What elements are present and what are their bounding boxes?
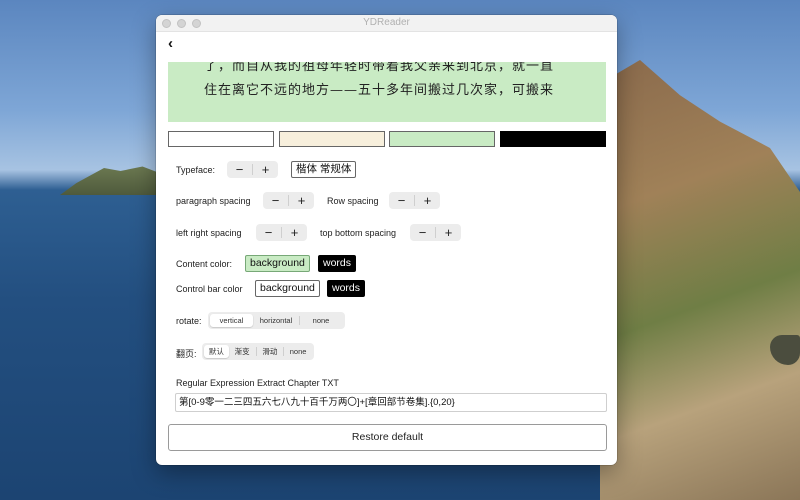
title-bar: YDReader xyxy=(156,15,617,32)
page-turn-label: 翻页: xyxy=(176,349,197,359)
left-right-spacing-label: left right spacing xyxy=(176,228,242,238)
theme-swatch-cream[interactable] xyxy=(279,131,385,147)
theme-swatch-white[interactable] xyxy=(168,131,274,147)
typeface-stepper: − + xyxy=(227,161,278,178)
regex-input[interactable]: 第[0-9零一二三四五六七八九十百千万两〇]+[章回部节卷集].{0,20} xyxy=(175,393,607,412)
restore-default-button[interactable]: Restore default xyxy=(168,424,607,451)
page-turn-option-default[interactable]: 默认 xyxy=(204,345,229,358)
desktop-cliff xyxy=(600,60,800,500)
paragraph-spacing-decrease-button[interactable]: − xyxy=(263,192,288,209)
top-bottom-spacing-label: top bottom spacing xyxy=(320,228,397,238)
left-right-spacing-decrease-button[interactable]: − xyxy=(256,224,281,241)
typeface-label: Typeface: xyxy=(176,165,216,175)
page-turn-option-none[interactable]: none xyxy=(284,345,312,358)
theme-swatch-black[interactable] xyxy=(500,131,606,147)
content-color-label: Content color: xyxy=(176,259,233,269)
row-spacing-label: Row spacing xyxy=(327,196,379,206)
regex-label: Regular Expression Extract Chapter TXT xyxy=(176,378,339,388)
window-title: YDReader xyxy=(363,17,410,28)
page-turn-segmented-control: 默认 渐变 滑动 none xyxy=(202,343,314,360)
theme-swatch-green[interactable] xyxy=(389,131,495,147)
rotate-segmented-control: vertical horizontal none xyxy=(208,312,345,329)
back-chevron-icon[interactable]: ‹ xyxy=(168,36,182,52)
top-bottom-spacing-decrease-button[interactable]: − xyxy=(410,224,435,241)
typeface-current[interactable]: 楷体 常规体 xyxy=(291,161,357,178)
row-spacing-decrease-button[interactable]: − xyxy=(389,192,414,209)
top-bottom-spacing-increase-button[interactable]: + xyxy=(436,224,461,241)
page-turn-option-slide[interactable]: 滑动 xyxy=(257,345,284,358)
left-right-spacing-increase-button[interactable]: + xyxy=(282,224,307,241)
rotate-option-none[interactable]: none xyxy=(300,314,342,327)
row-spacing-increase-button[interactable]: + xyxy=(415,192,440,209)
preview-line-2: 住在离它不远的地方——五十多年间搬过几次家，可搬来 xyxy=(204,83,555,98)
preview-line-1: 了，而自从我的祖母年轻时带着我父亲来到北京，就一直 xyxy=(204,62,555,74)
rotate-label: rotate: xyxy=(176,316,202,326)
desktop-island xyxy=(60,166,170,195)
rotate-option-vertical[interactable]: vertical xyxy=(210,314,253,327)
control-bar-background-button[interactable]: background xyxy=(255,280,320,297)
typeface-decrease-button[interactable]: − xyxy=(227,161,252,178)
paragraph-spacing-stepper: − + xyxy=(263,192,314,209)
reading-preview: 了，而自从我的祖母年轻时带着我父亲来到北京，就一直 住在离它不远的地方——五十多… xyxy=(168,62,606,122)
page-turn-option-fade[interactable]: 渐变 xyxy=(229,345,256,358)
left-right-spacing-stepper: − + xyxy=(256,224,307,241)
paragraph-spacing-label: paragraph spacing xyxy=(176,196,251,206)
typeface-increase-button[interactable]: + xyxy=(253,161,278,178)
rotate-option-horizontal[interactable]: horizontal xyxy=(253,314,299,327)
content-words-button[interactable]: words xyxy=(318,255,357,272)
row-spacing-stepper: − + xyxy=(389,192,440,209)
app-window: YDReader ‹ 了，而自从我的祖母年轻时带着我父亲来到北京，就一直 住在离… xyxy=(156,15,617,465)
content-background-button[interactable]: background xyxy=(245,255,310,272)
control-bar-words-button[interactable]: words xyxy=(327,280,366,297)
paragraph-spacing-increase-button[interactable]: + xyxy=(289,192,314,209)
top-bottom-spacing-stepper: − + xyxy=(410,224,461,241)
control-bar-color-label: Control bar color xyxy=(176,284,243,294)
